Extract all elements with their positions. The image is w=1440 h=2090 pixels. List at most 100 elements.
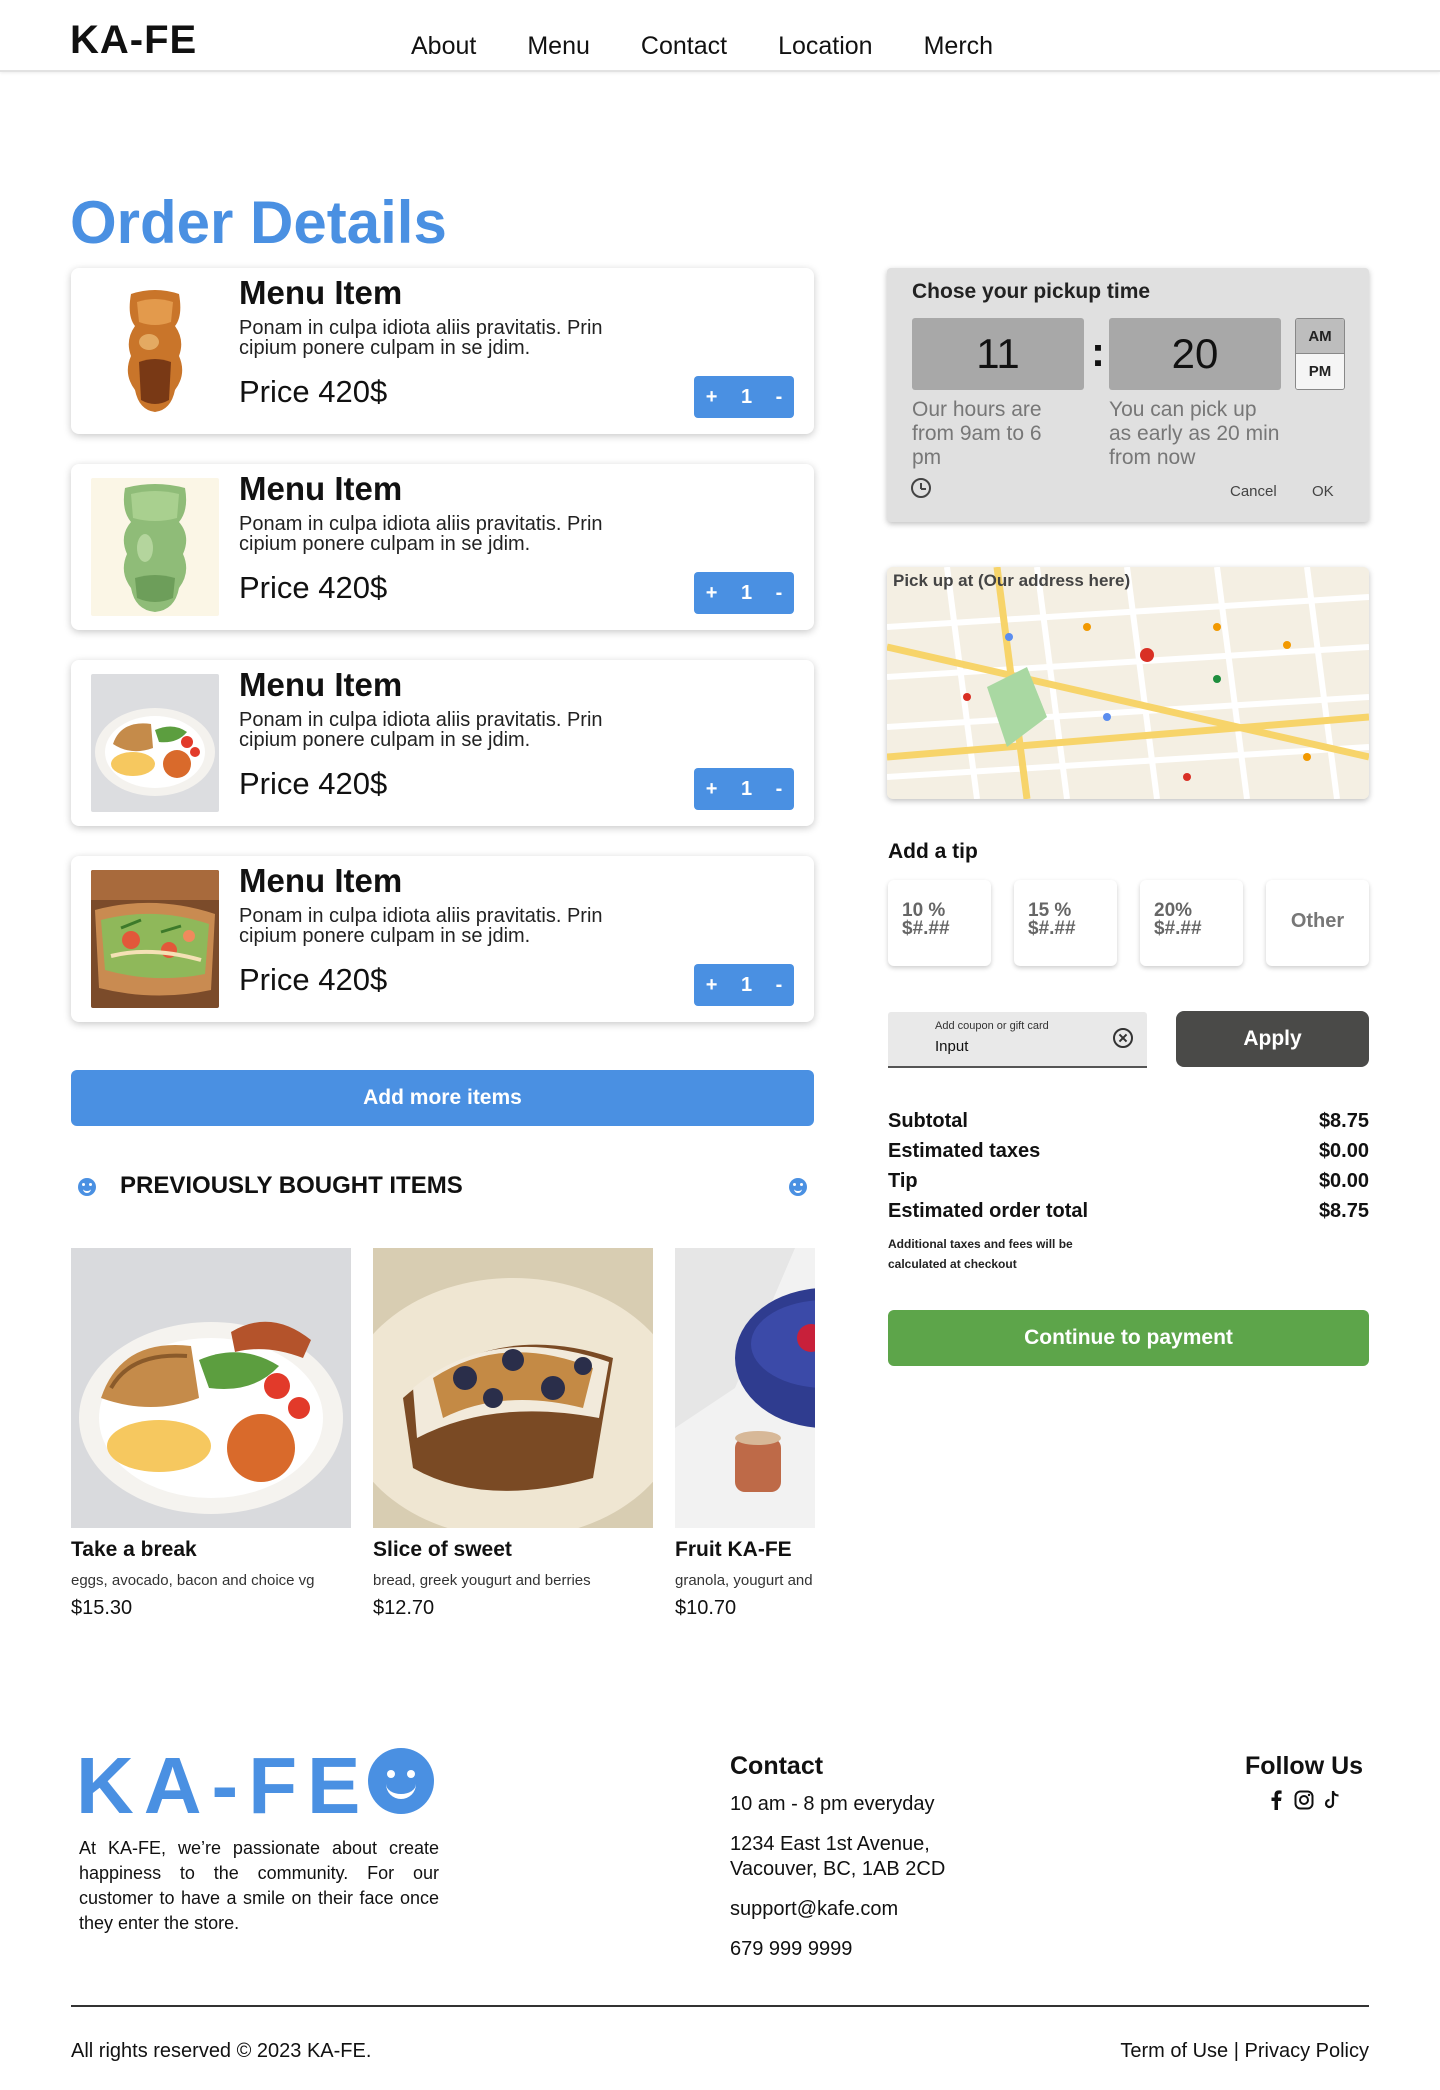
total-label: Estimated taxes [888, 1140, 1041, 1162]
nav-merch[interactable]: Merch [924, 32, 993, 61]
pickup-time-title: Chose your pickup time [912, 280, 1151, 303]
tiktok-icon[interactable] [1322, 1790, 1342, 1810]
order-totals: Subtotal $8.75 Estimated taxes $0.00 Tip… [888, 1110, 1369, 1274]
decrease-button[interactable]: - [776, 974, 783, 997]
item-price: Price 420$ [239, 374, 388, 409]
decrease-button[interactable]: - [776, 386, 783, 409]
previous-item-name: Take a break [71, 1538, 197, 1561]
item-price: Price 420$ [239, 570, 388, 605]
footer-divider [71, 2005, 1369, 2007]
item-name: Menu Item [239, 666, 403, 703]
previous-item-card[interactable]: Take a break eggs, avocado, bacon and ch… [71, 1248, 351, 1620]
previous-item-card[interactable]: Slice of sweet bread, greek yougurt and … [373, 1248, 653, 1620]
previous-item-price: $15.30 [71, 1597, 133, 1619]
social-links [1266, 1790, 1342, 1810]
total-value: $0.00 [1318, 1170, 1369, 1192]
increase-button[interactable]: + [706, 582, 718, 605]
tip-option-15[interactable]: 15 % $#.## [1014, 880, 1117, 966]
clock-icon[interactable] [911, 478, 931, 498]
footer-email[interactable]: support@kafe.com [730, 1897, 898, 1922]
item-price: Price 420$ [239, 962, 388, 997]
previous-item-card[interactable]: Fruit KA-FE granola, yougurt and fruits … [675, 1248, 815, 1620]
previous-item-image [373, 1248, 653, 1528]
item-name: Menu Item [239, 470, 403, 507]
quantity-stepper: + 1 - [694, 376, 794, 418]
time-separator: : [1091, 328, 1105, 375]
increase-button[interactable]: + [706, 778, 718, 801]
tip-option-10[interactable]: 10 % $#.## [888, 880, 991, 966]
tip-option-20[interactable]: 20% $#.## [1140, 880, 1243, 966]
scroll-left-smile-icon[interactable] [78, 1178, 96, 1196]
increase-button[interactable]: + [706, 974, 718, 997]
taxes-row: Estimated taxes $0.00 [888, 1140, 1369, 1170]
item-image-matcha [91, 478, 219, 616]
item-description: Ponam in culpa idiota aliis pravitatis. … [239, 905, 603, 947]
footer-logo: KA-FE [76, 1741, 371, 1830]
previous-item-description: granola, yougurt and fruits [675, 1572, 815, 1589]
page-title: Order Details [70, 189, 447, 256]
decrease-button[interactable]: - [776, 582, 783, 605]
order-item-card: Menu Item Ponam in culpa idiota aliis pr… [71, 464, 814, 630]
instagram-icon[interactable] [1294, 1790, 1314, 1810]
coupon-input-field[interactable]: Add coupon or gift card Input [888, 1012, 1147, 1068]
quantity-value: 1 [740, 777, 753, 800]
main-nav: About Menu Contact Location Merch [411, 32, 1044, 61]
decrease-button[interactable]: - [776, 778, 783, 801]
nav-menu[interactable]: Menu [527, 32, 590, 61]
total-value: $8.75 [1318, 1110, 1369, 1132]
nav-about[interactable]: About [411, 32, 476, 61]
coupon-value[interactable]: Input [935, 1038, 968, 1055]
cancel-button[interactable]: Cancel [1230, 483, 1277, 500]
quantity-stepper: + 1 - [694, 572, 794, 614]
fees-note: Additional taxes and fees will be calcul… [888, 1237, 1073, 1271]
order-item-card: Menu Item Ponam in culpa idiota aliis pr… [71, 660, 814, 826]
pickup-time-picker: Chose your pickup time 11 : 20 AM PM Our… [887, 268, 1369, 522]
tip-amount: $#.## [902, 918, 950, 939]
quantity-stepper: + 1 - [694, 964, 794, 1006]
clear-input-icon[interactable] [1113, 1028, 1133, 1048]
previous-item-description: bread, greek yougurt and berries [373, 1572, 591, 1589]
map-label: Pick up at (Our address here) [893, 571, 1131, 590]
nav-contact[interactable]: Contact [641, 32, 727, 61]
early-pickup-hint: You can pick up as early as 20 min from … [1109, 398, 1280, 469]
apply-coupon-button[interactable]: Apply [1176, 1011, 1369, 1067]
pickup-map[interactable]: Pick up at (Our address here) [887, 567, 1369, 799]
privacy-policy-link[interactable]: Privacy Policy [1245, 2040, 1369, 2062]
previous-item-name: Slice of sweet [373, 1538, 512, 1561]
total-label: Tip [888, 1170, 918, 1192]
previous-item-image [71, 1248, 351, 1528]
hours-hint: Our hours are from 9am to 6 pm [912, 398, 1042, 469]
facebook-icon[interactable] [1266, 1790, 1286, 1810]
footer-phone[interactable]: 679 999 9999 [730, 1937, 852, 1962]
hour-input[interactable]: 11 [912, 318, 1084, 390]
quantity-value: 1 [740, 973, 753, 996]
pm-option[interactable]: PM [1296, 354, 1344, 389]
order-total-row: Estimated order total $8.75 [888, 1200, 1369, 1230]
add-more-items-button[interactable]: Add more items [71, 1070, 814, 1126]
ok-button[interactable]: OK [1312, 483, 1334, 500]
tip-option-other[interactable]: Other [1266, 880, 1369, 966]
quantity-value: 1 [740, 385, 753, 408]
item-name: Menu Item [239, 274, 403, 311]
footer-about-text: At KA-FE, we’re passionate about create … [79, 1838, 439, 1933]
footer-address-line2: Vacouver, BC, 1AB 2CD [730, 1858, 946, 1880]
increase-button[interactable]: + [706, 386, 718, 409]
footer-contact-title: Contact [730, 1752, 824, 1780]
header-logo[interactable]: KA-FE [70, 18, 197, 63]
nav-location[interactable]: Location [778, 32, 873, 61]
am-option[interactable]: AM [1296, 319, 1344, 354]
total-label: Subtotal [888, 1110, 968, 1132]
item-name: Menu Item [239, 862, 403, 899]
item-description: Ponam in culpa idiota aliis pravitatis. … [239, 513, 603, 555]
minute-input[interactable]: 20 [1109, 318, 1281, 390]
previous-item-description: eggs, avocado, bacon and choice vg [71, 1572, 315, 1589]
continue-to-payment-button[interactable]: Continue to payment [888, 1310, 1369, 1366]
order-item-card: Menu Item Ponam in culpa idiota aliis pr… [71, 268, 814, 434]
previous-item-name: Fruit KA-FE [675, 1538, 792, 1561]
item-price: Price 420$ [239, 766, 388, 801]
item-description: Ponam in culpa idiota aliis pravitatis. … [239, 709, 603, 751]
tip-amount: $#.## [1154, 918, 1202, 939]
terms-of-use-link[interactable]: Term of Use [1120, 2040, 1228, 2062]
scroll-right-smile-icon[interactable] [789, 1178, 807, 1196]
quantity-stepper: + 1 - [694, 768, 794, 810]
